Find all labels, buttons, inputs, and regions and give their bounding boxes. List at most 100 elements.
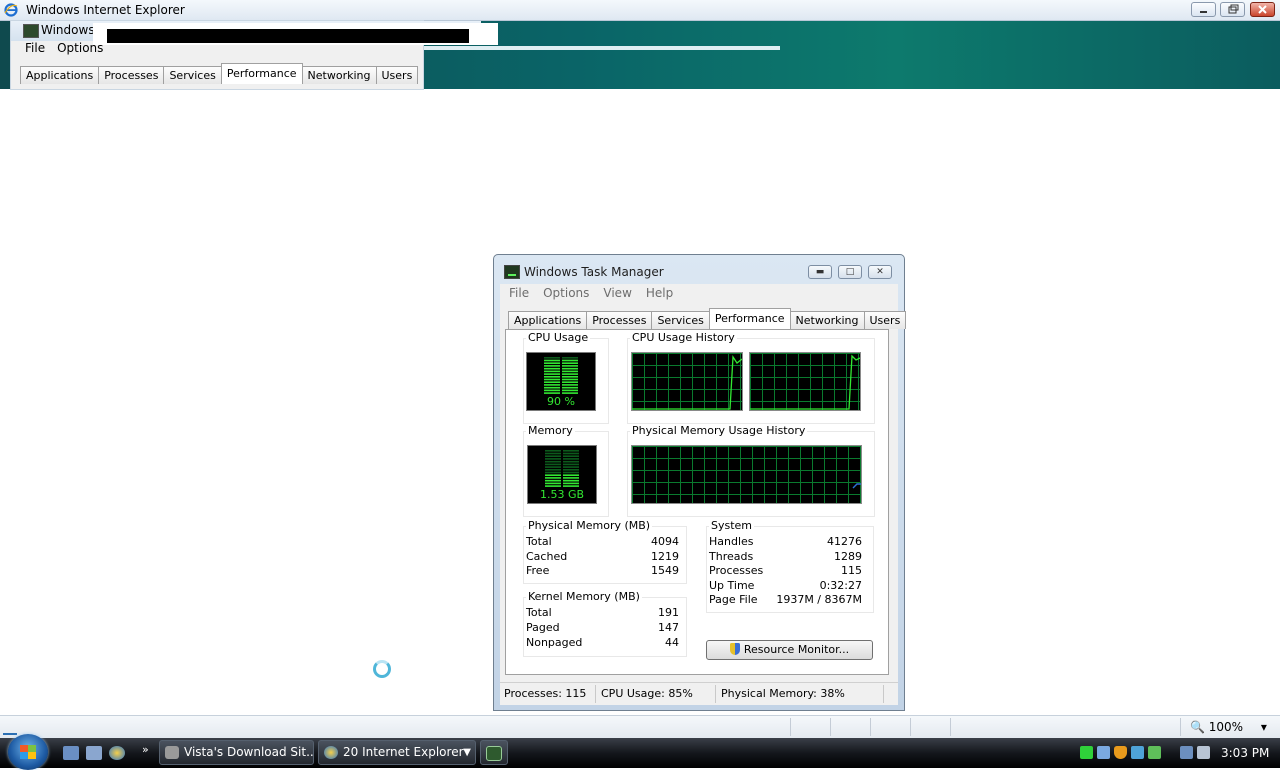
ghost-tab-services[interactable]: Services <box>163 66 222 84</box>
memory-gauge-bars <box>545 450 579 487</box>
gauge-segment <box>563 482 579 485</box>
status-processes: Processes: 115 <box>504 687 587 700</box>
gauge-segment <box>545 479 561 482</box>
system-handles-row: Handles 41276 <box>709 535 862 549</box>
tab-services[interactable]: Services <box>651 311 710 329</box>
gauge-segment <box>544 384 560 386</box>
menu-options[interactable]: Options <box>543 284 589 302</box>
tray-volume-muted-icon[interactable] <box>1197 746 1210 759</box>
gauge-segment <box>544 359 560 362</box>
stat-value: 1549 <box>651 564 679 577</box>
tray-network-connection-icon[interactable] <box>1180 746 1193 759</box>
gauge-segment <box>562 392 578 394</box>
gauge-segment <box>563 479 579 482</box>
gauge-segment <box>544 378 560 381</box>
tab-performance[interactable]: Performance <box>708 308 791 329</box>
tray-network-icon[interactable] <box>1097 746 1110 759</box>
minimize-button[interactable] <box>1191 2 1216 17</box>
ghost-menu-file[interactable]: File <box>25 41 45 55</box>
tray-app-icon[interactable] <box>1148 746 1161 759</box>
tab-applications[interactable]: Applications <box>508 311 588 329</box>
internet-explorer-icon <box>4 3 18 17</box>
ghost-tab-applications[interactable]: Applications <box>20 66 100 84</box>
performance-panel: CPU Usage 90 % CPU Usage History Memory <box>505 329 889 675</box>
ghost-title-row: Windows Task Manager <box>11 21 498 45</box>
stat-value: 1289 <box>834 550 862 563</box>
gauge-segment <box>545 450 561 452</box>
stat-value: 4094 <box>651 535 679 548</box>
taskbar-button-label: Vista's Download Sit... <box>184 745 314 759</box>
physical-memory-heading: Physical Memory (MB) <box>526 519 653 532</box>
browser-window-icon <box>165 746 179 759</box>
gauge-segment <box>545 477 561 479</box>
close-button[interactable] <box>1250 2 1275 17</box>
taskbar-button-download-site[interactable]: Vista's Download Sit... <box>159 740 314 765</box>
tab-networking[interactable]: Networking <box>789 311 865 329</box>
show-desktop-icon[interactable] <box>63 746 79 760</box>
tm-maximize-button[interactable]: □ <box>838 265 862 279</box>
taskbar-button-label: 20 Internet Explorer <box>343 745 464 759</box>
tm-tabs: Applications Processes Services Performa… <box>508 308 907 329</box>
gauge-segment <box>544 386 560 389</box>
resource-monitor-label: Resource Monitor... <box>743 643 850 656</box>
menu-view[interactable]: View <box>603 284 631 302</box>
tab-processes[interactable]: Processes <box>586 311 653 329</box>
menu-file[interactable]: File <box>509 284 529 302</box>
ghost-menu-options[interactable]: Options <box>57 41 103 55</box>
ghost-tab-performance[interactable]: Performance <box>220 63 303 84</box>
switch-windows-icon[interactable] <box>86 746 102 760</box>
download-icon <box>3 719 17 735</box>
restore-button[interactable] <box>1220 2 1245 17</box>
redaction-bar <box>107 29 469 43</box>
gauge-segment <box>544 381 560 383</box>
tray-status-icon[interactable] <box>1080 746 1093 759</box>
tm-minimize-button[interactable]: ▬ <box>808 265 832 279</box>
status-separator <box>883 685 884 703</box>
physical-free-row: Free 1549 <box>526 564 679 578</box>
quicklaunch-overflow-icon[interactable]: » <box>142 743 149 756</box>
cpu-history-line-core1 <box>632 355 742 410</box>
stat-value: 44 <box>665 636 679 649</box>
status-pane-divider <box>830 718 831 736</box>
gauge-segment <box>563 455 579 457</box>
stat-key: Up Time <box>709 579 755 592</box>
ie-titlebar: Windows Internet Explorer <box>0 0 1280 21</box>
cpu-usage-gauge: 90 % <box>526 352 596 411</box>
start-button[interactable] <box>8 734 48 770</box>
status-separator <box>595 685 596 703</box>
taskbar-clock[interactable]: 3:03 PM <box>1221 746 1269 760</box>
stat-value: 0:32:27 <box>819 579 862 592</box>
ghost-tab-users[interactable]: Users <box>375 66 419 84</box>
ghost-tab-processes[interactable]: Processes <box>98 66 165 84</box>
task-manager-titlebar[interactable]: Windows Task Manager <box>504 263 894 281</box>
taskbar-button-internet-explorer[interactable]: 20 Internet Explorer ▼ <box>318 740 476 765</box>
system-pagefile-row: Page File 1937M / 8367M <box>709 593 862 607</box>
ghost-tab-networking[interactable]: Networking <box>301 66 377 84</box>
tray-update-icon[interactable] <box>1131 746 1144 759</box>
tray-security-shield-icon[interactable] <box>1114 746 1127 759</box>
cpu-history-graph-core2 <box>749 352 861 411</box>
stat-key: Nonpaged <box>526 636 583 649</box>
tab-users[interactable]: Users <box>863 311 907 329</box>
gauge-segment <box>562 373 578 375</box>
maximize-icon: □ <box>845 267 855 277</box>
zoom-level: 100% <box>1208 720 1244 734</box>
zoom-control[interactable]: 🔍 100% ▾ <box>1190 720 1267 734</box>
status-pane-divider <box>1180 718 1181 736</box>
resource-monitor-button[interactable]: Resource Monitor... <box>706 640 873 660</box>
gauge-segment <box>544 376 560 378</box>
menu-help[interactable]: Help <box>646 284 673 302</box>
task-manager-icon <box>504 265 520 279</box>
physical-cached-row: Cached 1219 <box>526 550 679 564</box>
gauge-segment <box>562 376 578 378</box>
taskbar-button-task-manager[interactable] <box>480 740 508 765</box>
gauge-segment <box>562 378 578 381</box>
tm-close-button[interactable]: ✕ <box>868 265 892 279</box>
system-threads-row: Threads 1289 <box>709 550 862 564</box>
gauge-segment <box>563 466 579 468</box>
zoom-icon: 🔍 <box>1190 720 1205 734</box>
gauge-segment <box>562 365 578 367</box>
gauge-segment <box>562 367 578 370</box>
internet-explorer-quicklaunch-icon[interactable] <box>109 746 125 760</box>
task-manager-title: Windows Task Manager <box>524 265 664 279</box>
